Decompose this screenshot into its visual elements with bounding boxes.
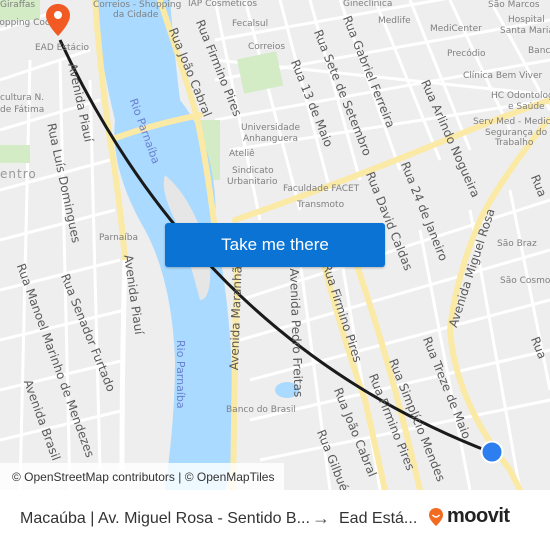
poi-label: HC Odontologia [491, 91, 550, 101]
poi-label: Banco do Brasil [226, 405, 296, 415]
poi-label: Santa Maria [500, 26, 550, 36]
poi-label: e Saúde [508, 102, 545, 112]
poi-label: de Fátima [0, 105, 45, 115]
take-me-there-button[interactable]: Take me there [165, 223, 385, 267]
poi-label: Hospital [508, 15, 545, 25]
poi-label: Banco [528, 46, 550, 56]
poi-label: Precódio [447, 49, 486, 59]
poi-label: da Cidade [113, 10, 159, 20]
poi-label: São Cosmo [500, 276, 550, 286]
poi-label: Transmoto [297, 200, 345, 210]
moovit-logo[interactable]: moovit [428, 505, 510, 528]
poi-label: EAD Estácio [35, 43, 90, 53]
poi-label: São Braz [497, 239, 537, 249]
moovit-pin-icon [429, 507, 443, 526]
poi-label: IAP Cosméticos [188, 0, 258, 9]
map-attribution[interactable]: © OpenStreetMap contributors | © OpenMap… [0, 463, 285, 490]
arrow-right-icon: → [312, 508, 330, 528]
poi-label: cultura N. [0, 93, 45, 103]
poi-label: Giraffas [0, 0, 36, 10]
poi-label: Urbanitario [227, 177, 278, 187]
avenida-piaui-road [119, 259, 128, 471]
poi-label: Anhanguera [243, 134, 298, 144]
poi-label: Serv Med - Medicina [473, 117, 550, 127]
street-label: Avenida Maranhão [227, 258, 245, 371]
poi-label: MediCenter [430, 24, 482, 34]
route-origin-label: Macaúba | Av. Miguel Rosa - Sentido B... [20, 510, 310, 527]
poi-label: Parnaíba [99, 233, 139, 243]
park [0, 145, 30, 163]
poi-label: Faculdade FACET [283, 184, 360, 194]
map-view[interactable]: Rio Parnaíba Rio Parnaíba Avenida Piauí … [0, 0, 550, 490]
poi-label: Ateliê [229, 149, 255, 159]
origin-marker-icon[interactable] [480, 440, 504, 464]
poi-label: Sindicato [232, 166, 274, 176]
poi-label: São Marcos [488, 0, 540, 10]
moovit-wordmark: moovit [447, 505, 510, 527]
destination-pin-icon[interactable] [45, 3, 71, 37]
poi-label: Correios - Shopping [93, 0, 182, 10]
poi-label: Gineclínica [343, 0, 393, 9]
river-label: Rio Parnaíba [174, 340, 187, 409]
poi-label: Correios [248, 42, 286, 52]
poi-label: Universidade [241, 123, 301, 133]
poi-label: Clínica Bem Viver [463, 71, 543, 81]
poi-label: Fecalsul [232, 19, 269, 29]
poi-label: Medlife [378, 16, 411, 26]
poi-label: Segurança do [485, 128, 548, 138]
route-destination-label: Ead Está... [339, 510, 418, 527]
park [236, 51, 284, 94]
district-label: entro [0, 167, 37, 181]
poi-label: Trabalho [495, 138, 534, 148]
